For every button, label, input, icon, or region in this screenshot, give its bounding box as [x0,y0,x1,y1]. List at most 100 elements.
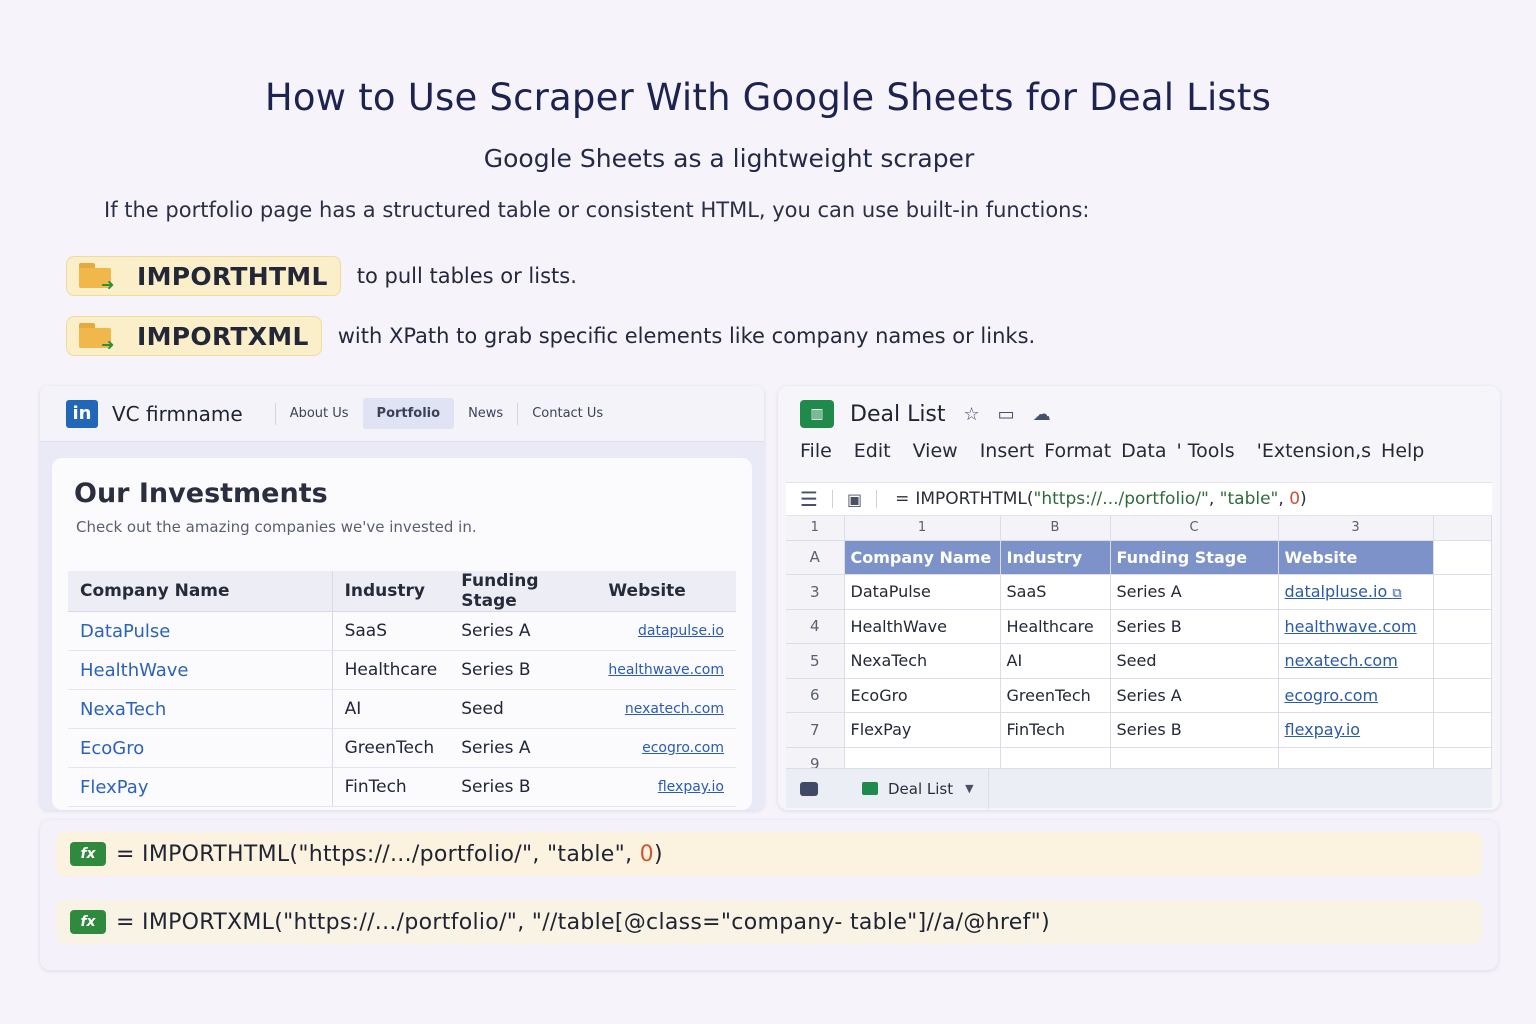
row-number[interactable]: 4 [786,609,845,644]
formula-equals: = [895,489,910,509]
importxml-formula-row: fx = IMPORTXML("https://.../portfolio/",… [56,900,1482,944]
company-name-cell[interactable]: FlexPay [68,767,333,807]
cell[interactable]: Seed [1110,643,1279,679]
industry-cell: GreenTech [332,728,450,768]
row-number[interactable]: 6 [786,678,845,713]
menu-data[interactable]: Data [1121,440,1166,462]
row-number[interactable]: A [786,540,845,575]
cell[interactable] [1433,574,1492,610]
document-title[interactable]: Deal List [850,402,946,427]
row-number[interactable]: 7 [786,712,845,748]
company-name-cell[interactable]: NexaTech [68,689,333,729]
function-item-importhtml: ➜ IMPORTHTML to pull tables or lists. [66,256,577,296]
company-name-cell[interactable]: HealthWave [68,650,333,690]
column-header: Funding Stage [449,571,597,612]
cell[interactable]: Series B [1110,609,1279,644]
link-cell[interactable]: ecogro.com [1278,678,1434,713]
cell[interactable] [1433,712,1492,748]
cell[interactable] [1433,609,1492,644]
column-header: Website [596,571,736,612]
website-link[interactable]: nexatech.com [596,689,736,729]
cell[interactable]: HealthWave [844,609,1001,644]
all-sheets-icon[interactable] [800,781,818,796]
chevron-down-icon[interactable]: ▼ [965,782,973,795]
cell[interactable]: FlexPay [844,712,1001,748]
column-letter[interactable]: 1 [844,516,1001,541]
header-cell[interactable]: Website [1278,540,1434,575]
column-letter[interactable]: B [1000,516,1111,541]
website-link[interactable]: ecogro.com [596,728,736,768]
link-cell[interactable]: healthwave.com [1278,609,1434,644]
row-number[interactable]: 5 [786,643,845,679]
cell[interactable]: FinTech [1000,712,1111,748]
table-row: 4 HealthWave Healthcare Series B healthw… [786,609,1492,644]
formula-bar[interactable]: ☰ ▣ = IMPORTHTML("https://.../portfolio/… [786,482,1492,516]
move-to-folder-icon[interactable]: ▭ [998,404,1015,425]
nav-news[interactable]: News [454,398,517,429]
menu-view[interactable]: View [913,440,958,462]
row-number[interactable]: 1 [786,516,845,541]
link-cell[interactable]: flexpay.io [1278,712,1434,748]
function-fx-icon: fx [70,842,106,866]
importxml-formula-text: = IMPORTXML("https://.../portfolio/", "/… [116,909,1050,935]
cell[interactable]: Series A [1110,574,1279,610]
header-cell[interactable]: Company Name [844,540,1001,575]
website-link[interactable]: flexpay.io [596,767,736,807]
function-picker-icon[interactable]: ▣ [847,490,862,509]
cell[interactable]: Series A [1110,678,1279,713]
nav-contact-us[interactable]: Contact Us [518,398,617,429]
column-letter[interactable]: C [1110,516,1279,541]
cell[interactable]: SaaS [1000,574,1111,610]
nav-about-us[interactable]: About Us [276,398,363,429]
sheet-tab-deal-list[interactable]: Deal List ▼ [848,768,989,809]
sheets-logo-icon[interactable]: ▥ [800,400,834,428]
table-row: EcoGro GreenTech Series A ecogro.com [68,728,736,768]
function-item-importxml: ➜ IMPORTXML with XPath to grab specific … [66,316,1035,356]
company-name-cell[interactable]: DataPulse [68,611,333,651]
header-cell[interactable]: Funding Stage [1110,540,1279,575]
cell[interactable] [1433,678,1492,713]
menu-extensions[interactable]: 'Extension,s [1257,440,1371,462]
menu-insert[interactable]: Insert [980,440,1035,462]
cell[interactable] [1433,643,1492,679]
menu-icon[interactable]: ☰ [800,487,818,511]
link-cell[interactable]: nexatech.com [1278,643,1434,679]
menu-edit[interactable]: Edit [854,440,891,462]
row-number[interactable]: 3 [786,574,845,610]
column-header: Company Name [68,571,333,612]
cloud-status-icon[interactable]: ☁ [1033,404,1051,425]
nav-portfolio[interactable]: Portfolio [362,398,455,429]
star-icon[interactable]: ☆ [964,404,980,425]
link-cell[interactable]: datalpluse.io ⧉ [1278,574,1434,610]
cell[interactable]: Series B [1110,712,1279,748]
industry-cell: SaaS [332,611,450,651]
function-badge: ➜ IMPORTXML [66,316,322,356]
menu-help[interactable]: Help [1381,440,1424,462]
column-letter[interactable] [1433,516,1492,541]
menu-tools[interactable]: ' Tools [1177,440,1235,462]
google-sheets-panel: ▥ Deal List ☆ ▭ ☁ File Edit View Insert … [778,386,1500,810]
formula-text[interactable]: IMPORTHTML("https://.../portfolio/", "ta… [915,489,1306,509]
website-link[interactable]: healthwave.com [596,650,736,690]
cell[interactable]: EcoGro [844,678,1001,713]
column-letter[interactable]: 3 [1278,516,1434,541]
funding-stage-cell: Series B [449,650,597,690]
importhtml-formula-text: = IMPORTHTML("https://.../portfolio/", "… [116,841,663,867]
company-name-cell[interactable]: EcoGro [68,728,333,768]
cell[interactable]: AI [1000,643,1111,679]
header-cell[interactable]: Industry [1000,540,1111,575]
cell[interactable]: DataPulse [844,574,1001,610]
folder-arrow-icon: ➜ [77,261,123,294]
menu-file[interactable]: File [800,440,832,462]
cell[interactable]: NexaTech [844,643,1001,679]
linkedin-logo-icon[interactable]: in [66,399,98,428]
cell[interactable]: GreenTech [1000,678,1111,713]
portfolio-website-panel: in VC firmname About Us Portfolio News C… [40,386,764,810]
firm-name[interactable]: VC firmname [112,402,243,426]
table-row: 5 NexaTech AI Seed nexatech.com [786,643,1492,679]
menu-format[interactable]: Format [1044,440,1111,462]
cell[interactable]: Healthcare [1000,609,1111,644]
function-fx-icon: fx [70,910,106,934]
cell[interactable] [1433,540,1492,575]
website-link[interactable]: datapulse.io [596,611,736,651]
